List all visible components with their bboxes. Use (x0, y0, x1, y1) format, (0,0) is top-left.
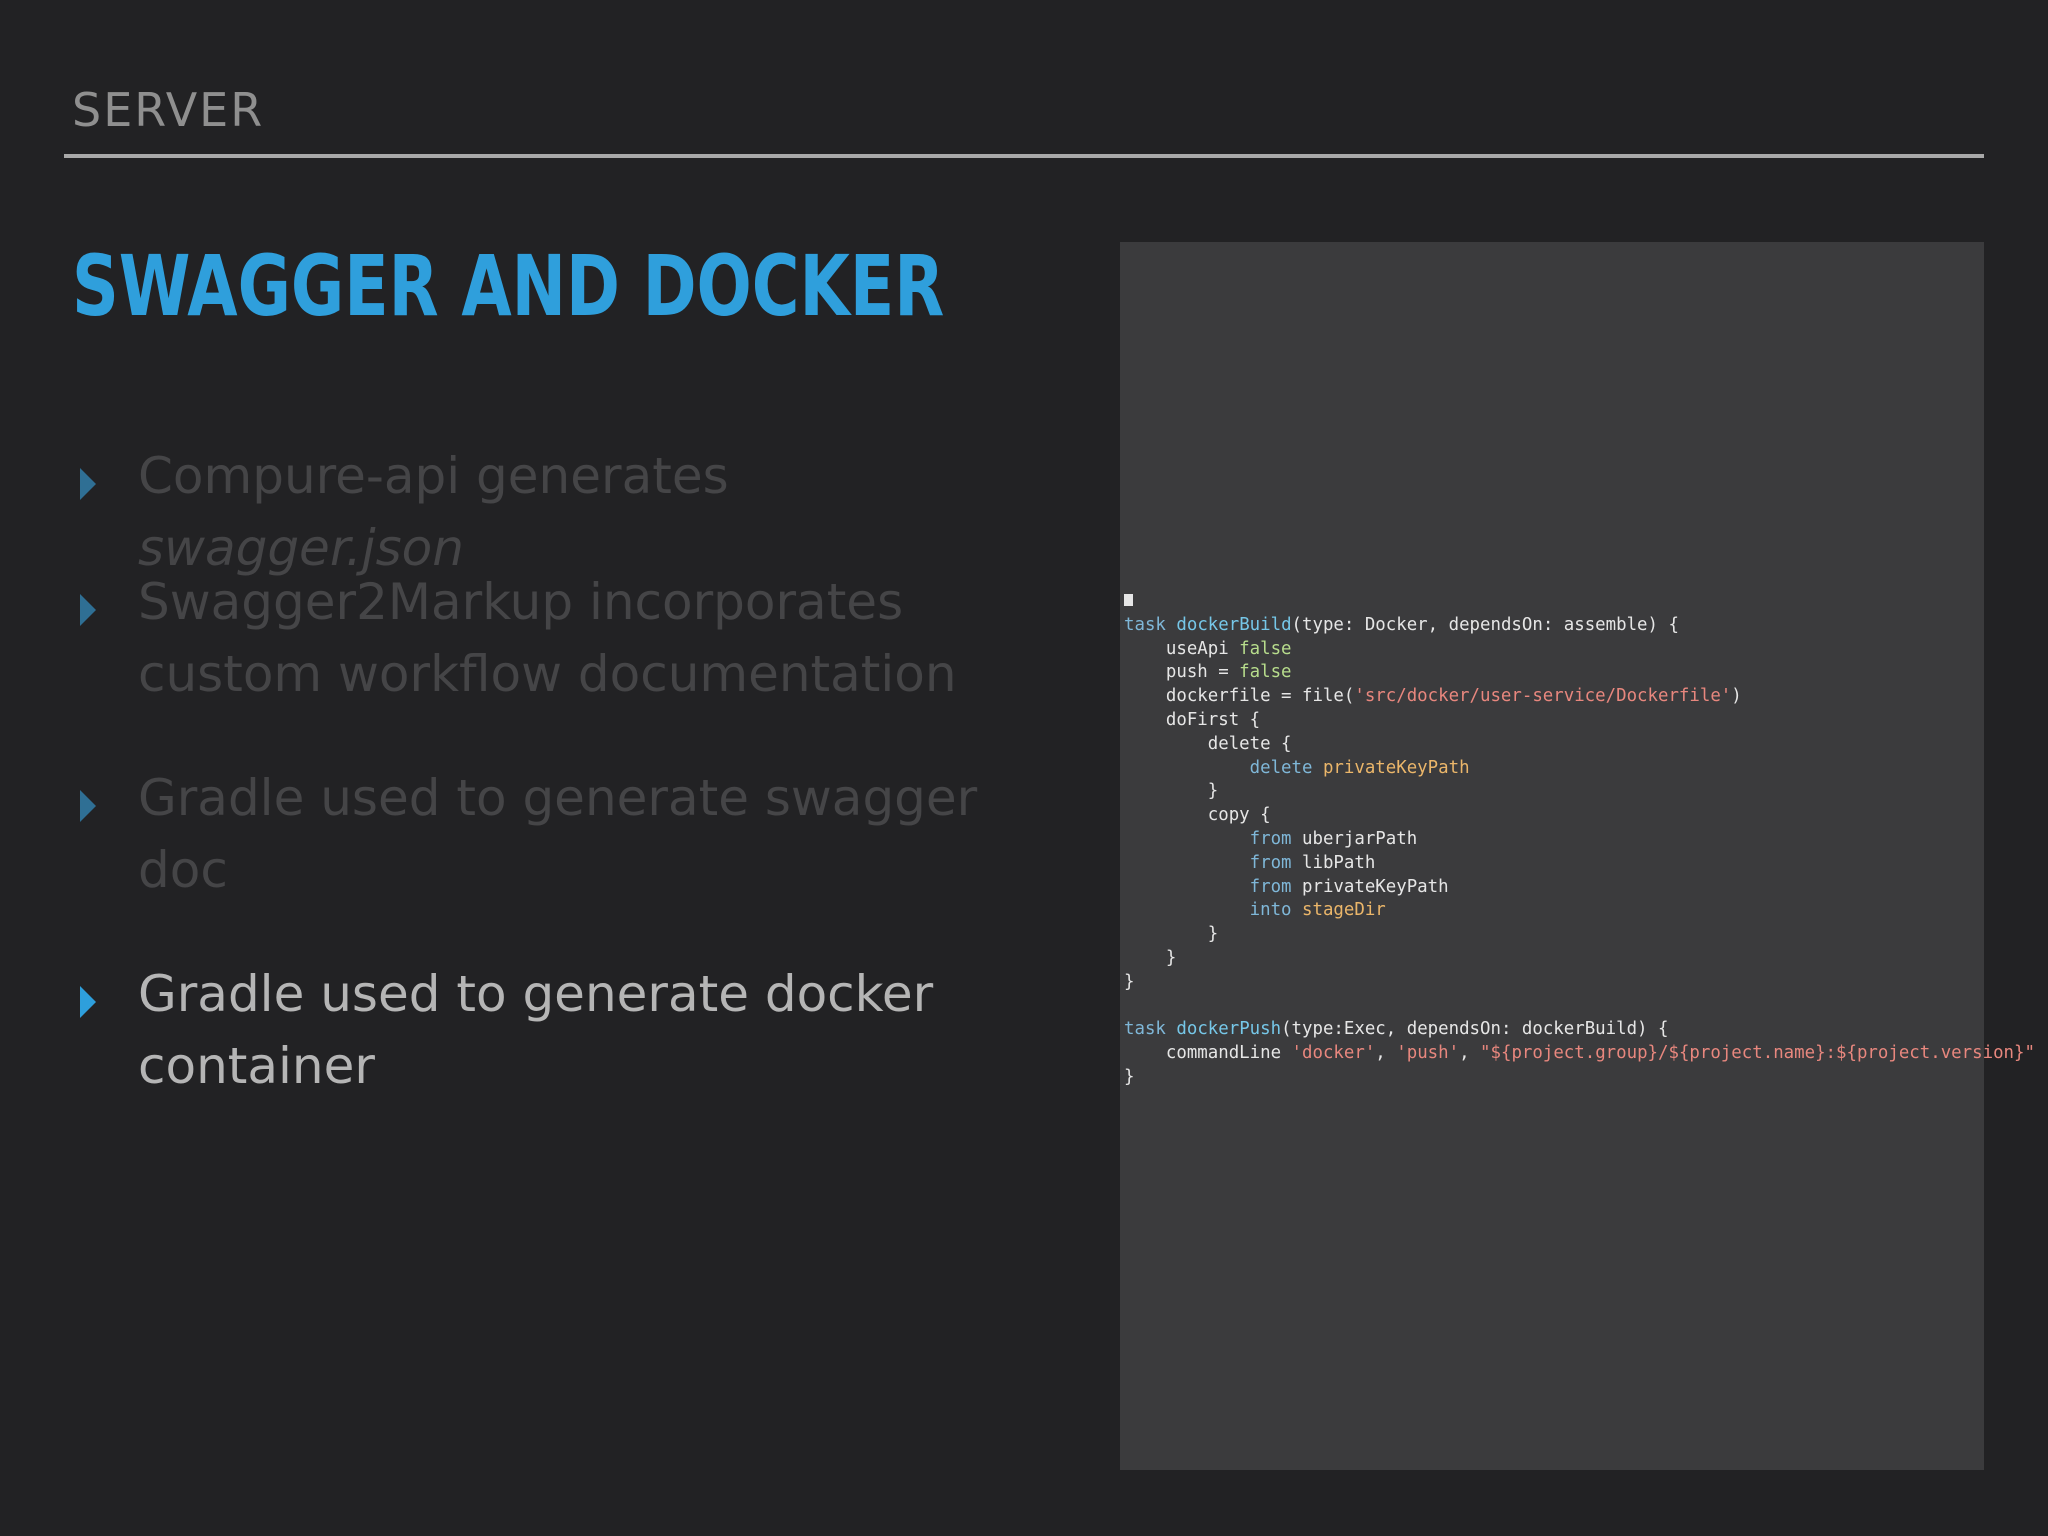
code-line: doFirst { (1124, 709, 1261, 730)
code-line: } (1124, 971, 1135, 992)
code-line: push = false (1124, 662, 1292, 683)
code-line: } (1124, 1066, 1135, 1087)
code-block: task dockerBuild(type: Docker, dependsOn… (1124, 590, 2035, 1090)
triangle-bullet-icon (80, 986, 96, 1018)
code-line: from libPath (1249, 852, 1376, 873)
bullet-text: Compure-api generates swagger.json (138, 447, 729, 577)
cursor-icon (1124, 594, 1133, 606)
bullet-text: Gradle used to generate docker container (138, 965, 934, 1095)
triangle-bullet-icon (80, 594, 96, 626)
code-line: from privateKeyPath (1249, 876, 1449, 897)
bullet-text: Gradle used to generate swagger doc (138, 769, 978, 899)
code-line: useApi false (1124, 638, 1292, 659)
bullet-text: Swagger2Markup incorporates custom workf… (138, 573, 957, 703)
code-line: copy { (1124, 805, 1271, 826)
slide-title: SWAGGER AND DOCKER (72, 237, 945, 335)
code-line: task dockerPush(type:Exec, dependsOn: do… (1124, 1019, 1669, 1040)
code-line: from uberjarPath (1249, 828, 1418, 849)
triangle-bullet-icon (80, 468, 96, 500)
code-line: } (1124, 781, 1219, 802)
slide: SERVER SWAGGER AND DOCKER Compure-api ge… (0, 0, 2048, 1536)
code-line: into stageDir (1249, 900, 1386, 921)
code-screenshot: task dockerBuild(type: Docker, dependsOn… (1120, 242, 2035, 1470)
code-line: delete privateKeyPath (1249, 757, 1470, 778)
code-line: dockerfile = file('src/docker/user-servi… (1124, 686, 1742, 707)
code-line: } (1124, 947, 1177, 968)
triangle-bullet-icon (80, 790, 96, 822)
section-label: SERVER (72, 83, 265, 137)
code-line: task dockerBuild(type: Docker, dependsOn… (1124, 614, 1679, 635)
code-line: commandLine 'docker', 'push', "${project… (1124, 1043, 2035, 1064)
code-line: delete { (1124, 733, 1292, 754)
code-line: } (1124, 924, 1219, 945)
header-divider (64, 154, 1984, 158)
